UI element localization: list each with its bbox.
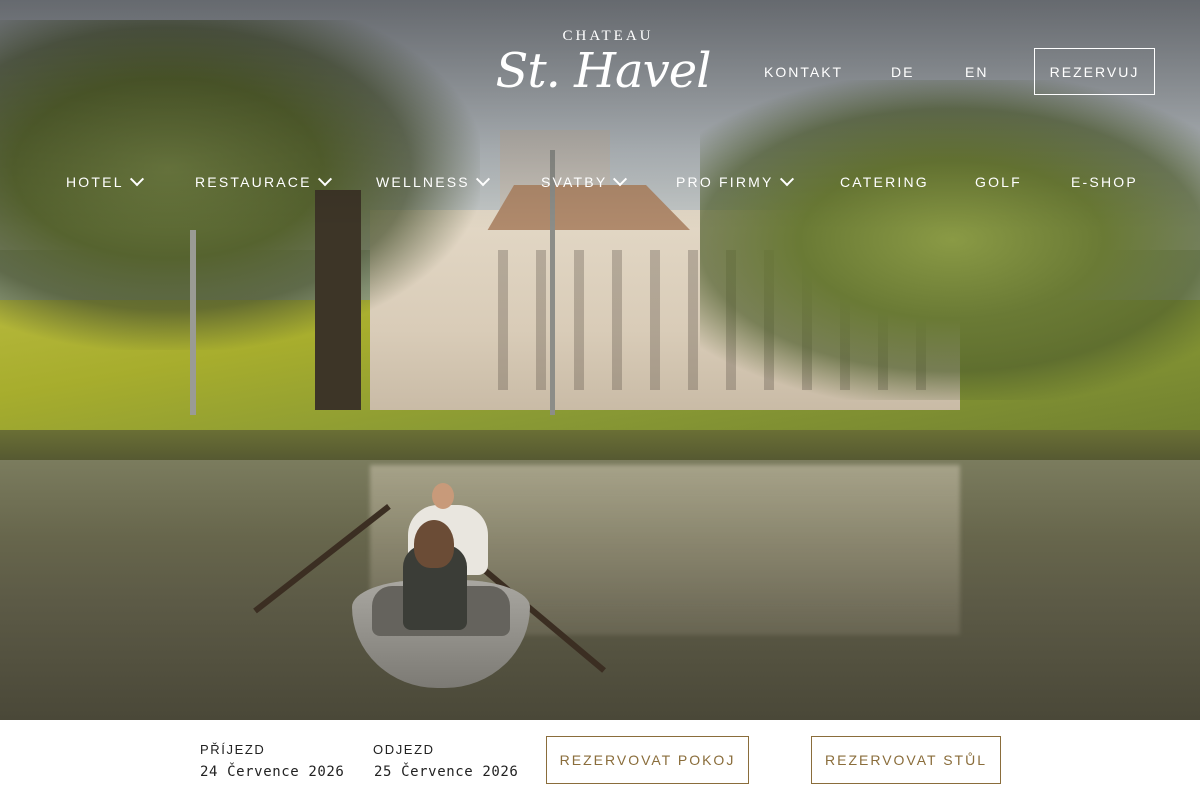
nav-item-label: RESTAURACE xyxy=(195,174,312,190)
nav-item-label: SVATBY xyxy=(541,174,608,190)
arrival-date-field[interactable]: 24 Července 2026 xyxy=(200,764,344,780)
book-room-button[interactable]: REZERVOVAT POKOJ xyxy=(546,736,749,784)
nav-item-hotel[interactable]: HOTEL xyxy=(66,172,144,190)
chevron-down-icon xyxy=(475,172,490,187)
nav-item-wellness[interactable]: WELLNESS xyxy=(376,172,490,190)
kontakt-link[interactable]: KONTAKT xyxy=(764,64,843,80)
nav-item-label: HOTEL xyxy=(66,174,124,190)
nav-item-e-shop[interactable]: E-SHOP xyxy=(1071,174,1138,190)
chateau-logo[interactable]: CHATEAU St. Havel xyxy=(478,28,728,118)
nav-item-pro-firmy[interactable]: PRO FIRMY xyxy=(676,172,794,190)
logo-script-text: St. Havel xyxy=(495,43,711,99)
language-de-link[interactable]: DE xyxy=(891,64,914,80)
nav-item-label: PRO FIRMY xyxy=(676,174,774,190)
departure-date-field[interactable]: 25 Července 2026 xyxy=(374,764,518,780)
booking-bar: PŘÍJEZD 24 Července 2026 ODJEZD 25 Červe… xyxy=(0,720,1200,800)
nav-item-label: WELLNESS xyxy=(376,174,470,190)
nav-item-label: GOLF xyxy=(975,174,1022,190)
nav-item-svatby[interactable]: SVATBY xyxy=(541,172,628,190)
chevron-down-icon xyxy=(129,172,144,187)
book-table-button[interactable]: REZERVOVAT STŮL xyxy=(811,736,1001,784)
main-navigation: HOTEL RESTAURACE WELLNESS SVATBY PRO FIR… xyxy=(0,172,1200,198)
rower-head xyxy=(432,483,454,509)
language-en-link[interactable]: EN xyxy=(965,64,988,80)
departure-label: ODJEZD xyxy=(373,742,435,757)
arrival-label: PŘÍJEZD xyxy=(200,742,266,757)
chevron-down-icon xyxy=(779,172,794,187)
lamp-post xyxy=(190,230,196,415)
reserve-button[interactable]: REZERVUJ xyxy=(1034,48,1155,95)
nav-item-label: E-SHOP xyxy=(1071,174,1138,190)
nav-item-golf[interactable]: GOLF xyxy=(975,174,1022,190)
passenger-head xyxy=(414,520,454,568)
nav-item-restaurace[interactable]: RESTAURACE xyxy=(195,172,332,190)
nav-item-label: CATERING xyxy=(840,174,929,190)
chevron-down-icon xyxy=(317,172,332,187)
chevron-down-icon xyxy=(613,172,628,187)
nav-item-catering[interactable]: CATERING xyxy=(840,174,929,190)
